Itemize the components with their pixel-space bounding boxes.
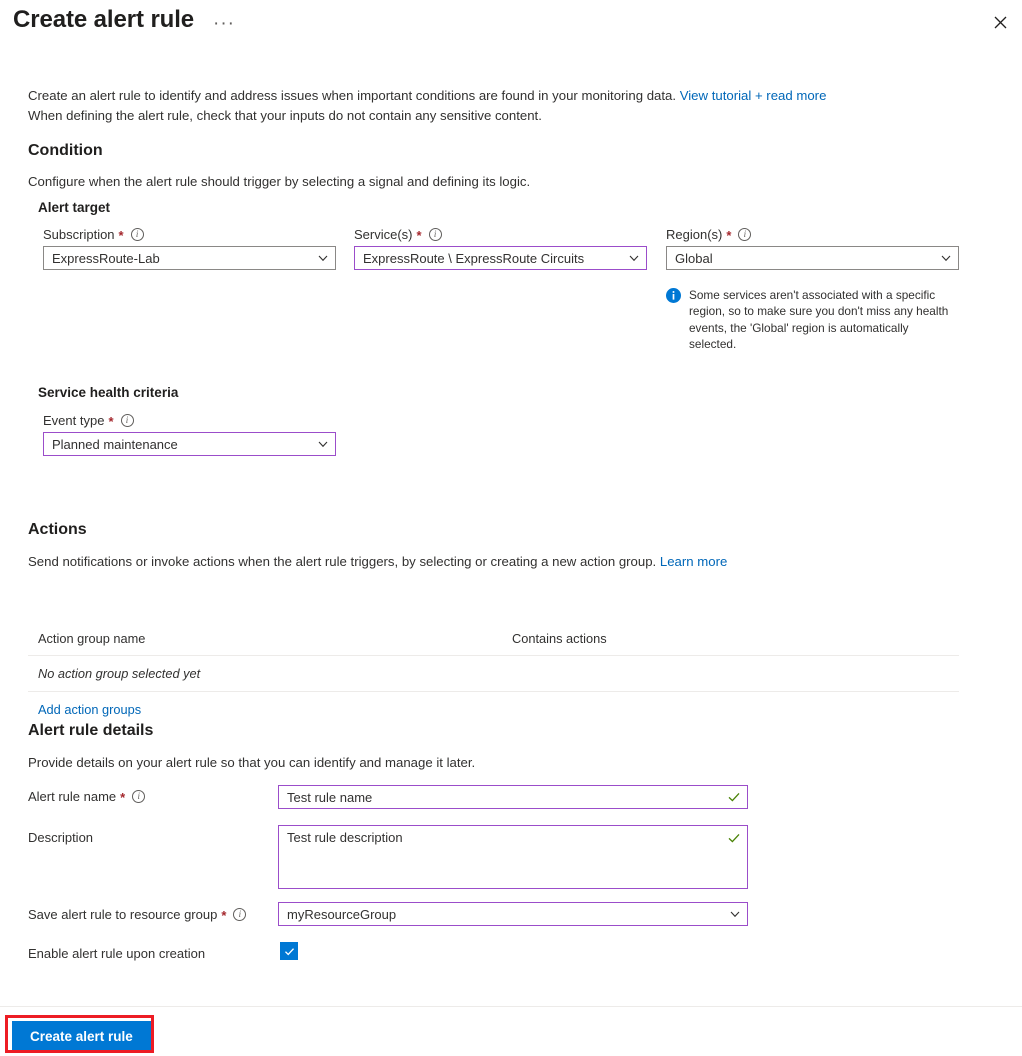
services-label-text: Service(s): [354, 227, 413, 242]
description-textarea[interactable]: Test rule description: [278, 825, 748, 889]
condition-heading: Condition: [28, 142, 103, 159]
create-alert-rule-button[interactable]: Create alert rule: [12, 1021, 151, 1051]
close-icon[interactable]: [984, 6, 1016, 38]
column-header-contains-actions: Contains actions: [512, 631, 607, 646]
resource-group-label-text: Save alert rule to resource group: [28, 907, 218, 922]
intro-line2: When defining the alert rule, check that…: [28, 108, 542, 123]
condition-description: Configure when the alert rule should tri…: [28, 174, 531, 189]
info-icon[interactable]: i: [428, 228, 442, 241]
info-icon[interactable]: i: [130, 228, 144, 241]
resource-group-dropdown[interactable]: myResourceGroup: [278, 902, 748, 926]
add-action-groups-row: Add action groups: [28, 692, 959, 717]
add-action-groups-link[interactable]: Add action groups: [38, 702, 141, 717]
alert-target-heading: Alert target: [38, 200, 111, 215]
description-label-text: Description: [28, 830, 94, 845]
chevron-down-icon: [940, 252, 952, 264]
alert-rule-details-description: Provide details on your alert rule so th…: [28, 755, 476, 770]
info-icon[interactable]: i: [132, 790, 146, 803]
required-asterisk: *: [416, 228, 422, 243]
column-header-action-group-name: Action group name: [38, 631, 146, 646]
required-asterisk: *: [726, 228, 732, 243]
enable-alert-rule-checkbox[interactable]: [280, 942, 298, 960]
learn-more-link[interactable]: Learn more: [660, 554, 727, 569]
regions-label: Region(s) * i: [666, 227, 752, 243]
action-groups-table: Action group name Contains actions No ac…: [28, 631, 959, 717]
resource-group-value: myResourceGroup: [287, 906, 397, 922]
subscription-label-text: Subscription: [43, 227, 115, 242]
required-asterisk: *: [118, 228, 124, 243]
required-asterisk: *: [221, 908, 227, 923]
regions-label-text: Region(s): [666, 227, 723, 242]
region-info-text: Some services aren't associated with a s…: [689, 288, 949, 352]
chevron-down-icon: [628, 252, 640, 264]
required-asterisk: *: [120, 790, 126, 805]
event-type-value: Planned maintenance: [52, 436, 178, 452]
description-value: Test rule description: [287, 830, 403, 845]
event-type-label: Event type * i: [43, 413, 134, 428]
view-tutorial-link[interactable]: View tutorial + read more: [680, 88, 827, 103]
actions-description-text: Send notifications or invoke actions whe…: [28, 554, 660, 569]
required-asterisk: *: [108, 414, 114, 429]
intro-text: Create an alert rule to identify and add…: [28, 86, 958, 126]
info-icon[interactable]: i: [120, 414, 134, 427]
alert-rule-name-input[interactable]: Test rule name: [278, 785, 748, 809]
empty-state-text: No action group selected yet: [38, 666, 201, 681]
alert-rule-name-label-text: Alert rule name: [28, 789, 117, 804]
chevron-down-icon: [729, 908, 741, 920]
services-value: ExpressRoute \ ExpressRoute Circuits: [363, 250, 585, 266]
enable-alert-rule-label-text: Enable alert rule upon creation: [28, 946, 206, 961]
services-dropdown[interactable]: ExpressRoute \ ExpressRoute Circuits: [354, 246, 647, 270]
info-icon[interactable]: i: [738, 228, 752, 241]
info-icon[interactable]: i: [233, 908, 247, 921]
description-label: Description: [28, 830, 93, 845]
regions-value: Global: [675, 250, 713, 266]
info-circle-icon: [666, 288, 681, 303]
page-title: Create alert rule: [13, 6, 195, 33]
subscription-label: Subscription * i: [43, 227, 144, 242]
alert-rule-name-value: Test rule name: [287, 789, 373, 805]
table-row: No action group selected yet: [28, 656, 959, 692]
valid-check-icon: [727, 790, 741, 804]
event-type-label-text: Event type: [43, 413, 105, 428]
region-info-callout: Some services aren't associated with a s…: [666, 287, 954, 353]
more-options-icon[interactable]: ···: [209, 12, 239, 35]
regions-dropdown[interactable]: Global: [666, 246, 959, 270]
alert-rule-name-label: Alert rule name * i: [28, 789, 146, 805]
chevron-down-icon: [317, 438, 329, 450]
enable-alert-rule-label: Enable alert rule upon creation: [28, 946, 205, 961]
chevron-down-icon: [317, 252, 329, 264]
service-health-criteria-heading: Service health criteria: [38, 385, 179, 400]
blade-footer: Create alert rule: [0, 1006, 1022, 1056]
subscription-dropdown[interactable]: ExpressRoute-Lab: [43, 246, 336, 270]
services-label: Service(s) * i: [354, 227, 442, 242]
blade-content: Create an alert rule to identify and add…: [0, 56, 1022, 1007]
resource-group-label: Save alert rule to resource group * i: [28, 907, 247, 923]
table-header-row: Action group name Contains actions: [28, 631, 959, 656]
subscription-value: ExpressRoute-Lab: [52, 250, 160, 266]
actions-heading: Actions: [28, 521, 87, 538]
event-type-dropdown[interactable]: Planned maintenance: [43, 432, 336, 456]
intro-line1: Create an alert rule to identify and add…: [28, 88, 680, 103]
actions-description: Send notifications or invoke actions whe…: [28, 553, 727, 571]
alert-rule-details-heading: Alert rule details: [28, 722, 154, 739]
blade-header: Create alert rule ···: [0, 0, 1022, 56]
valid-check-icon: [727, 831, 741, 845]
